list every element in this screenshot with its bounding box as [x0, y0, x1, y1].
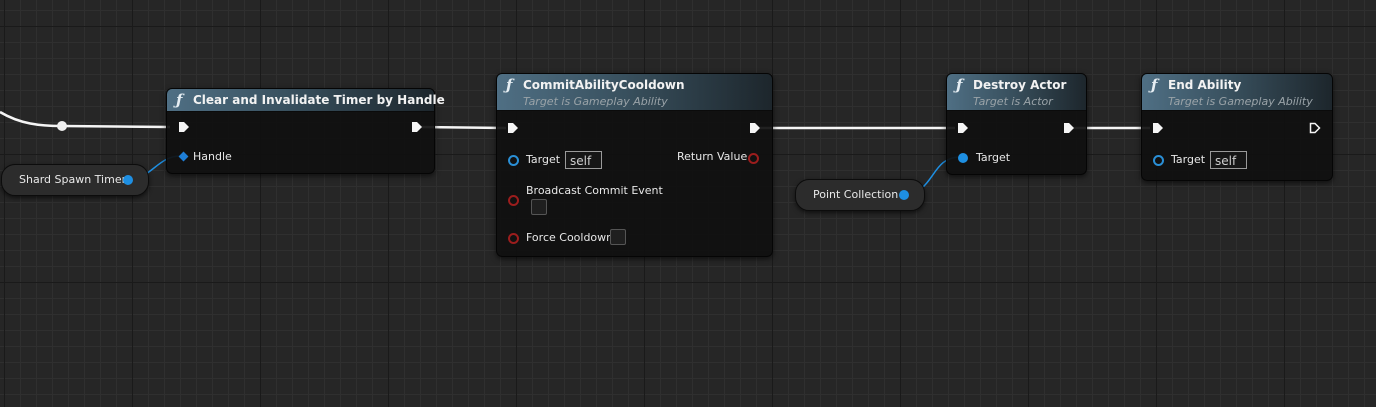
- node-header: ƒ End Ability Target is Gameplay Ability: [1142, 74, 1332, 111]
- node-subtitle: Target is Gameplay Ability: [523, 95, 668, 108]
- handle-input-pin[interactable]: [178, 151, 189, 162]
- exec-input-pin[interactable]: [507, 122, 519, 134]
- broadcast-commit-event-pin[interactable]: [508, 195, 519, 206]
- function-icon: ƒ: [1151, 76, 1158, 94]
- handle-pin-label: Handle: [193, 150, 232, 163]
- function-icon: ƒ: [176, 91, 183, 109]
- node-header: ƒ CommitAbilityCooldown Target is Gamepl…: [497, 74, 772, 111]
- variable-shard-spawn-timer[interactable]: Shard Spawn Timer: [1, 164, 149, 196]
- node-header: ƒ Destroy Actor Target is Actor: [947, 74, 1086, 111]
- variable-label: Point Collection: [813, 188, 899, 201]
- node-subtitle: Target is Gameplay Ability: [1168, 95, 1313, 108]
- exec-output-pin[interactable]: [749, 122, 761, 134]
- node-end-ability[interactable]: ƒ End Ability Target is Gameplay Ability…: [1141, 73, 1333, 181]
- node-commit-ability-cooldown[interactable]: ƒ CommitAbilityCooldown Target is Gamepl…: [496, 73, 773, 257]
- node-header: ƒ Clear and Invalidate Timer by Handle: [167, 89, 445, 112]
- variable-output-pin[interactable]: [123, 175, 133, 185]
- node-clear-invalidate-timer[interactable]: ƒ Clear and Invalidate Timer by Handle H…: [166, 88, 445, 174]
- return-value-output-pin[interactable]: [748, 153, 759, 164]
- broadcast-commit-event-label: Broadcast Commit Event: [526, 184, 663, 197]
- target-input-pin[interactable]: [1153, 155, 1164, 166]
- function-icon: ƒ: [956, 76, 963, 94]
- variable-point-collection[interactable]: Point Collection: [795, 179, 925, 211]
- variable-output-pin[interactable]: [899, 190, 909, 200]
- exec-output-pin[interactable]: [1309, 122, 1321, 134]
- node-title: End Ability: [1168, 78, 1242, 92]
- exec-input-pin[interactable]: [178, 121, 190, 133]
- target-pin-label: Target: [526, 153, 561, 166]
- broadcast-commit-event-checkbox[interactable]: [531, 199, 547, 215]
- exec-wire-entry: [0, 110, 171, 129]
- exec-input-pin[interactable]: [1152, 122, 1164, 134]
- force-cooldown-pin[interactable]: [508, 233, 519, 244]
- target-pin-label: Target: [976, 151, 1011, 164]
- node-title: Clear and Invalidate Timer by Handle: [193, 93, 445, 107]
- target-input-pin[interactable]: [508, 155, 519, 166]
- force-cooldown-label: Force Cooldown: [526, 231, 614, 244]
- target-input-pin[interactable]: [958, 153, 968, 163]
- force-cooldown-checkbox[interactable]: [610, 229, 626, 245]
- variable-label: Shard Spawn Timer: [19, 173, 127, 186]
- target-self-field[interactable]: self: [1210, 151, 1247, 169]
- node-title: Destroy Actor: [973, 78, 1067, 92]
- return-value-label: Return Value: [677, 150, 748, 163]
- target-self-field[interactable]: self: [565, 151, 602, 169]
- node-title: CommitAbilityCooldown: [523, 78, 685, 92]
- exec-output-pin[interactable]: [1063, 122, 1075, 134]
- reroute-knot[interactable]: [57, 121, 67, 131]
- node-subtitle: Target is Actor: [973, 95, 1053, 108]
- target-pin-label: Target: [1171, 153, 1206, 166]
- exec-output-pin[interactable]: [411, 121, 423, 133]
- node-destroy-actor[interactable]: ƒ Destroy Actor Target is Actor Target: [946, 73, 1087, 175]
- exec-input-pin[interactable]: [957, 122, 969, 134]
- function-icon: ƒ: [506, 76, 513, 94]
